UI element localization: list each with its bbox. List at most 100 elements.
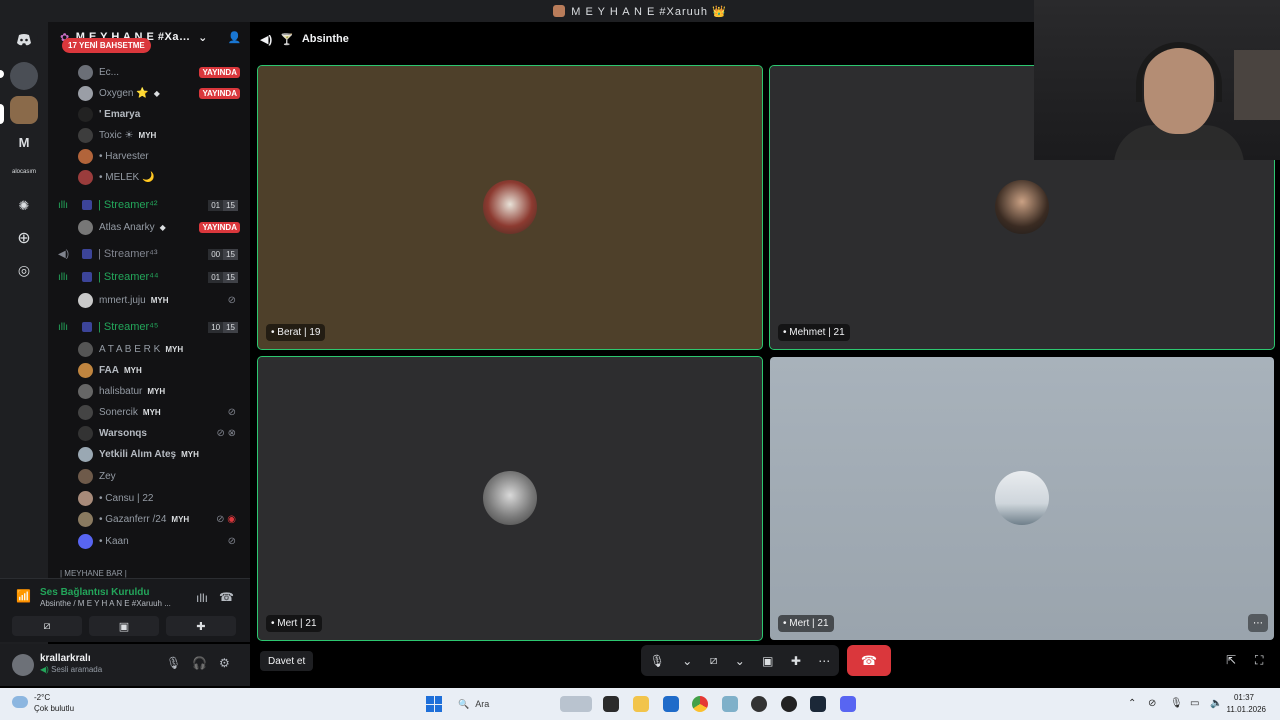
member-row[interactable]: Warsonqs ⊘ ⊗ [48, 423, 250, 443]
chevron-down-icon[interactable]: ⌄ [682, 654, 692, 668]
mic-tray-icon[interactable]: 🎙 [1170, 698, 1183, 709]
webcam-overlay [1034, 0, 1280, 160]
chevron-down-icon[interactable]: ⌄ [735, 654, 745, 668]
fullscreen-icon[interactable]: ⛶ [1255, 653, 1263, 668]
explore-icon[interactable]: ◎ [10, 256, 38, 284]
channel-name: | Streamer⁴⁴ [98, 271, 159, 283]
noise-suppression-icon[interactable]: ıllı [196, 591, 208, 605]
microphone-icon[interactable]: 🎙 [650, 654, 665, 668]
server-m-icon[interactable]: M [10, 128, 38, 156]
camera-off-button[interactable]: ⧄ [12, 616, 82, 636]
member-row[interactable]: Toxic ☀ MYH [48, 125, 250, 145]
voice-channel-streamer44[interactable]: ıllı | Streamer⁴⁴ 01 15 [48, 267, 250, 287]
voice-channel-streamer42[interactable]: ıllı | Streamer⁴² 01 15 [48, 195, 250, 215]
activities-icon[interactable]: ✚ [791, 654, 801, 668]
video-tile[interactable]: • Berat | 19 [257, 65, 763, 350]
voice-channel-streamer43[interactable]: ◀) | Streamer⁴³ 00 15 [48, 244, 250, 264]
member-row[interactable]: • Gazanferr /24 MYH ⊘ ◉ [48, 509, 250, 529]
member-row[interactable]: ' Emarya [48, 104, 250, 124]
member-row[interactable]: • Kaan ⊘ [48, 531, 250, 551]
app-icon[interactable] [751, 696, 767, 712]
avatar [78, 106, 93, 122]
invite-button[interactable]: Davet et [260, 651, 314, 671]
member-row[interactable]: • MELEK 🌙 [48, 167, 250, 187]
file-explorer-icon[interactable] [633, 696, 649, 712]
gear-icon[interactable]: ⚙ [219, 656, 230, 670]
discord-icon[interactable] [840, 696, 856, 712]
weather-description[interactable]: Çok bulutlu [34, 704, 74, 713]
weather-temp[interactable]: -2°C [34, 693, 50, 702]
activities-button[interactable]: ✚ [166, 616, 236, 636]
video-tile[interactable]: • Mert | 21 [257, 356, 763, 641]
avatar[interactable] [12, 654, 34, 676]
disconnect-button[interactable]: ☎ [847, 645, 891, 676]
voice-channel-streamer45[interactable]: ıllı | Streamer⁴⁵ 10 15 [48, 317, 250, 337]
settings-app-icon[interactable] [722, 696, 738, 712]
more-icon[interactable]: ⋯ [818, 654, 830, 668]
server-text-icon[interactable]: alocasım [10, 158, 38, 186]
add-member-icon[interactable]: 👤 [228, 31, 242, 44]
member-name: Toxic ☀ [99, 129, 134, 141]
popout-icon[interactable]: ⇱ [1226, 653, 1236, 667]
voice-activity-icon: ıllı [58, 271, 68, 283]
clock-date[interactable]: 11.01.2026 [1227, 705, 1266, 714]
vpn-icon[interactable]: ⊘ [1148, 698, 1156, 709]
member-row[interactable]: Atlas Anarky ◆ YAYINDA [48, 217, 250, 237]
server-avatar-1[interactable] [10, 62, 38, 90]
voice-channel-path[interactable]: Absinthe / M E Y H A N E #Xaruuh ... [40, 599, 171, 608]
server-sun-icon[interactable]: ✺ [10, 192, 38, 220]
task-view-icon[interactable] [603, 696, 619, 712]
windows-start-icon[interactable] [426, 696, 442, 712]
user-status: ◀) Sesli aramada [40, 665, 102, 674]
myh-badge: MYH [150, 295, 169, 305]
steam-icon[interactable] [810, 696, 826, 712]
headphones-icon[interactable]: 🎧 [192, 656, 207, 670]
avatar [483, 180, 537, 234]
app-icon[interactable] [781, 696, 797, 712]
screen-share-button[interactable]: ▣ [89, 616, 159, 636]
member-name: A T A B E R K [99, 343, 161, 355]
new-mentions-badge[interactable]: 17 YENİ BAHSETME [62, 38, 151, 53]
participant-label: • Berat | 19 [266, 324, 326, 341]
display-icon[interactable]: ▭ [1190, 698, 1199, 709]
chevron-up-icon[interactable]: ⌃ [1128, 698, 1136, 709]
user-panel: krallarkralı ◀) Sesli aramada 🎙 🎧 ⚙ [0, 644, 250, 686]
user-count: 10 15 [208, 321, 238, 333]
member-row[interactable]: Sonercik MYH ⊘ [48, 402, 250, 422]
camera-off-icon[interactable]: ⧄ [710, 653, 718, 668]
volume-icon[interactable]: 🔈 [1210, 698, 1222, 709]
clock-time[interactable]: 01:37 [1234, 693, 1254, 702]
member-row[interactable]: • Harvester [48, 146, 250, 166]
member-row[interactable]: Yetkili Alım Ateş MYH [48, 444, 250, 464]
avatar [995, 180, 1049, 234]
member-row[interactable]: A T A B E R K MYH [48, 339, 250, 359]
add-server-icon[interactable]: ⊕ [10, 224, 38, 252]
discord-home-icon[interactable] [10, 26, 38, 54]
member-row[interactable]: Zey [48, 466, 250, 486]
voice-status[interactable]: Ses Bağlantısı Kuruldu [40, 587, 149, 598]
member-row[interactable]: Ec... YAYINDA [48, 62, 250, 82]
search-highlight-icon[interactable] [560, 696, 592, 712]
chrome-icon[interactable] [692, 696, 708, 712]
video-tile[interactable]: • Mert | 21 ⋯ [770, 357, 1274, 640]
store-icon[interactable] [663, 696, 679, 712]
screen-share-icon[interactable]: ▣ [762, 654, 773, 668]
more-options-icon[interactable]: ⋯ [1248, 614, 1268, 632]
avatar [78, 383, 93, 399]
avatar [78, 468, 93, 484]
user-count: 01 15 [208, 271, 238, 283]
member-row[interactable]: halisbatur MYH [48, 381, 250, 401]
member-row[interactable]: Oxygen ⭐ ◆ YAYINDA [48, 83, 250, 103]
category-header[interactable]: | MEYHANE BAR | [48, 566, 250, 578]
channel-icon [82, 249, 92, 259]
member-row[interactable]: • Cansu | 22 [48, 488, 250, 508]
category-name: | MEYHANE BAR | [60, 568, 127, 578]
myh-badge: MYH [171, 514, 190, 524]
member-row[interactable]: mmert.juju MYH ⊘ [48, 290, 250, 310]
disconnect-icon[interactable]: ☎ [219, 590, 234, 604]
channel-sidebar: ✿ M E Y H A N E #Xaruuh ... ⌄ 👤 Ec...YAY… [48, 22, 250, 578]
microphone-icon[interactable]: 🎙 [166, 656, 181, 670]
member-row[interactable]: FAA MYH [48, 360, 250, 380]
server-avatar-meyhane[interactable] [10, 96, 38, 124]
live-badge: YAYINDA [199, 66, 240, 78]
